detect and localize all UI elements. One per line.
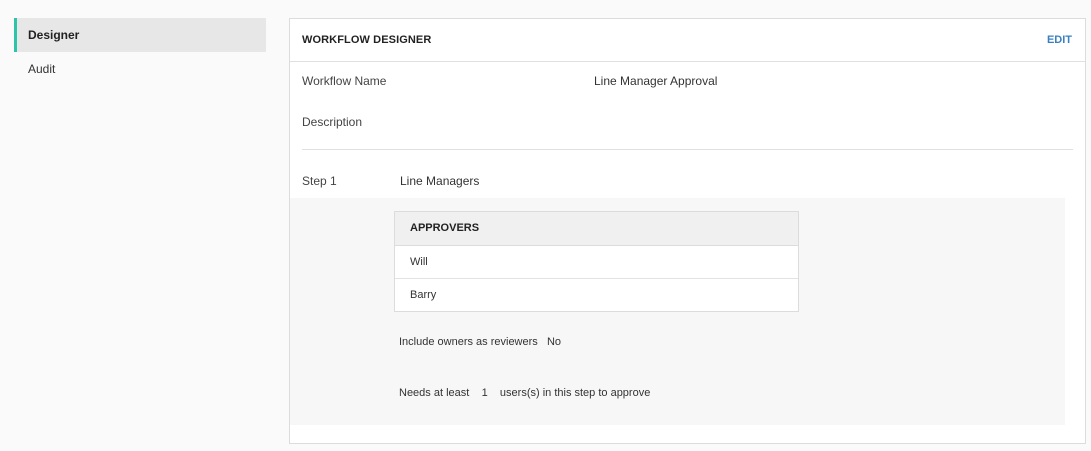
approvers-table: APPROVERS Will Barry bbox=[394, 211, 799, 312]
sidebar: Designer Audit bbox=[14, 18, 266, 86]
workflow-name-value: Line Manager Approval bbox=[594, 74, 718, 88]
card-header: WORKFLOW DESIGNER EDIT bbox=[290, 19, 1085, 62]
needs-approvers-line: Needs at least 1 users(s) in this step t… bbox=[399, 387, 650, 399]
needs-suffix: users(s) in this step to approve bbox=[499, 387, 651, 399]
workflow-name-label: Workflow Name bbox=[302, 74, 387, 88]
step-details: APPROVERS Will Barry Include owners as r… bbox=[290, 198, 1065, 425]
needs-prefix: Needs at least bbox=[399, 387, 470, 399]
step-name: Line Managers bbox=[400, 174, 480, 188]
needs-count: 1 bbox=[481, 387, 488, 399]
approvers-header: APPROVERS bbox=[395, 212, 798, 246]
include-owners-value: No bbox=[546, 336, 562, 348]
include-owners-line: Include owners as reviewers No bbox=[399, 336, 561, 348]
approver-row[interactable]: Barry bbox=[395, 279, 798, 311]
page: Designer Audit WORKFLOW DESIGNER EDIT Wo… bbox=[0, 0, 1091, 451]
step-label: Step 1 bbox=[302, 174, 337, 188]
sidebar-item-label: Designer bbox=[28, 28, 80, 42]
approver-row[interactable]: Will bbox=[395, 246, 798, 279]
card-title: WORKFLOW DESIGNER bbox=[302, 34, 432, 46]
include-owners-label: Include owners as reviewers bbox=[399, 336, 538, 348]
sidebar-item-designer[interactable]: Designer bbox=[14, 18, 266, 52]
edit-button[interactable]: EDIT bbox=[1047, 34, 1072, 46]
workflow-designer-card: WORKFLOW DESIGNER EDIT Workflow Name Lin… bbox=[289, 18, 1086, 444]
sidebar-item-label: Audit bbox=[28, 62, 56, 76]
description-label: Description bbox=[302, 115, 363, 129]
divider bbox=[302, 149, 1073, 150]
sidebar-item-audit[interactable]: Audit bbox=[14, 52, 266, 86]
